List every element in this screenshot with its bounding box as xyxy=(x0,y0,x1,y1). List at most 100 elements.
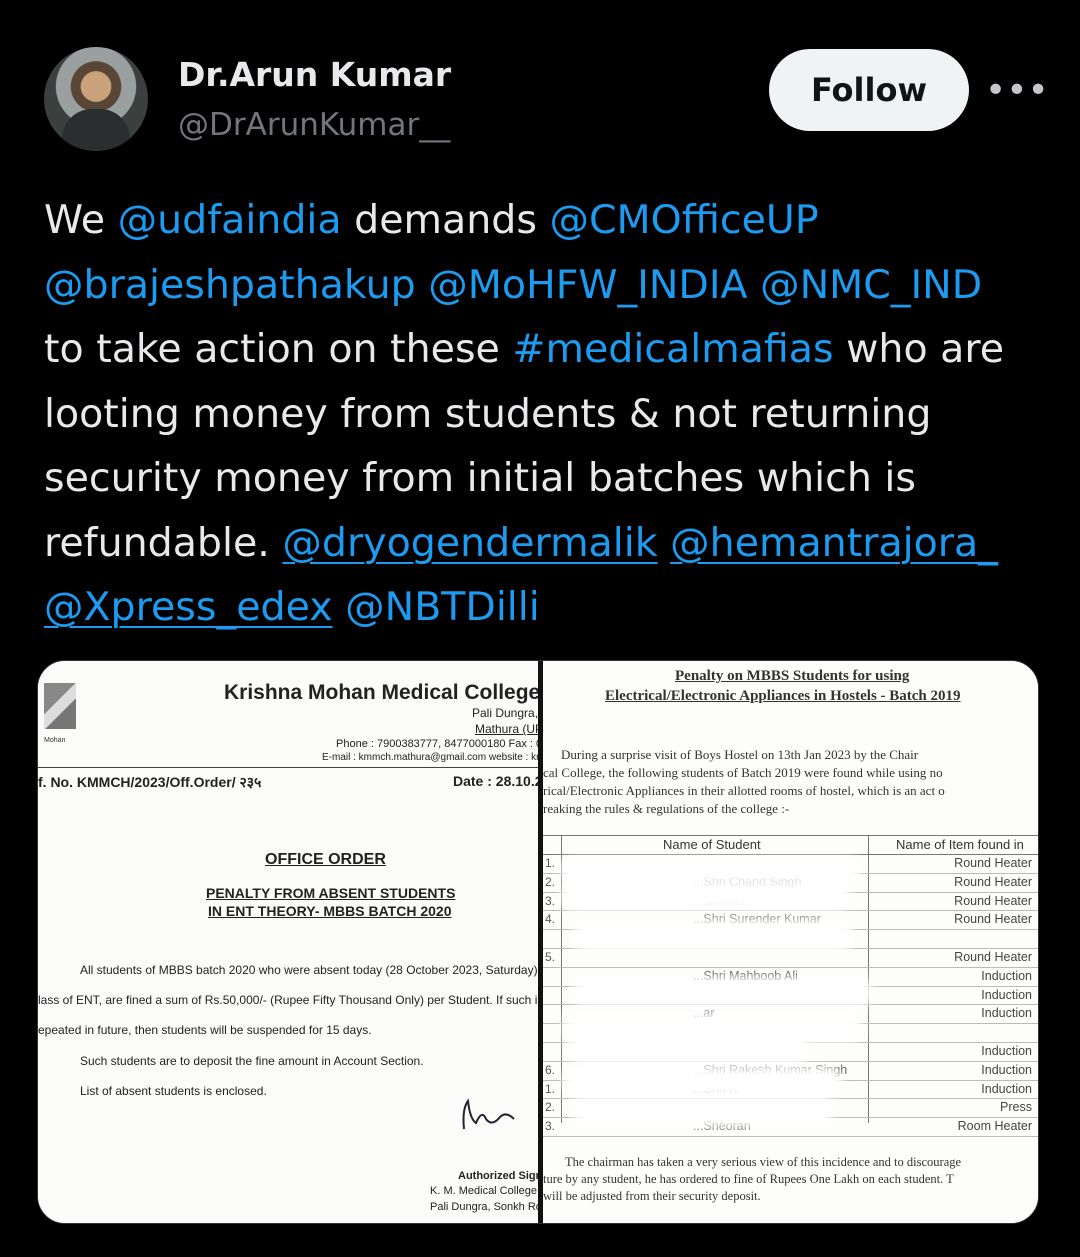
redaction-blur xyxy=(568,1033,808,1065)
item-found: Room Heater xyxy=(957,1119,1032,1134)
footer-line-1: The chairman has taken a very serious vi… xyxy=(565,1155,962,1169)
penalty-title-1: Penalty on MBBS Students for using xyxy=(675,668,910,684)
item-found: Induction xyxy=(981,1062,1032,1077)
row-number: 2. xyxy=(545,874,556,889)
redaction-blur xyxy=(573,977,873,1007)
college-email: E-mail : kmmch.mathura@gmail.com website… xyxy=(322,752,538,763)
tweet-text-segment xyxy=(658,520,671,566)
intro-line-3: rical/Electronic Appliances in their all… xyxy=(543,783,945,798)
item-found: Induction xyxy=(981,987,1032,1002)
intro-line-1: During a surprise visit of Boys Hostel o… xyxy=(561,747,919,762)
mention-link[interactable]: @dryogendermalik xyxy=(282,520,657,566)
mention-link[interactable]: @brajeshpathakup xyxy=(44,262,416,308)
tweet-text-segment xyxy=(333,584,346,630)
intro-line-4: reaking the rules & regulations of the c… xyxy=(543,801,790,816)
body-line-5: List of absent students is enclosed. xyxy=(80,1084,267,1098)
body-line-4: Such students are to deposit the fine am… xyxy=(80,1054,424,1068)
students-table: Name of Student Name of Item found in Roun… xyxy=(543,835,1038,1137)
tweet-text-segment xyxy=(748,262,761,308)
mention-link[interactable]: @MoHFW_INDIA xyxy=(428,262,747,308)
tweet-text-segment: to take action on these xyxy=(44,326,513,372)
item-found: Press xyxy=(1000,1100,1032,1115)
item-found: Round Heater xyxy=(954,874,1032,889)
college-name: Krishna Mohan Medical College & Ho xyxy=(224,681,538,704)
logo-text: Mohan xyxy=(44,737,66,744)
column-header-item: Name of Item found in xyxy=(896,837,1024,852)
tweet-line: We @udfaindia demands @CMOfficeUP xyxy=(44,188,1054,253)
avatar-figure xyxy=(62,109,130,151)
redaction-blur xyxy=(561,857,861,883)
signatory-institution: K. M. Medical College xyxy=(430,1185,537,1197)
tweet-text-segment: refundable. xyxy=(44,519,283,566)
tweet-text-segment xyxy=(416,262,429,308)
tweet-text-segment: looting money from students & not return… xyxy=(44,390,932,437)
header-rule xyxy=(38,767,538,768)
mention-link[interactable]: @NBTDilli xyxy=(345,584,540,630)
college-address-1: Pali Dungra, S xyxy=(472,706,538,720)
tweet-line: security money from initial batches whic… xyxy=(44,446,1054,511)
college-address-2: Mathura (UP xyxy=(475,722,538,736)
tweet-line: @Xpress_edex @NBTDilli xyxy=(44,575,1054,640)
intro-line-2: cal College, the following students of B… xyxy=(543,765,943,780)
row-number: 3. xyxy=(545,893,556,908)
row-number: 3. xyxy=(545,1119,556,1134)
body-line-1: All students of MBBS batch 2020 who were… xyxy=(80,963,538,977)
office-order-heading: OFFICE ORDER xyxy=(265,851,386,868)
author-handle[interactable]: @DrArunKumar__ xyxy=(178,107,450,143)
footer-line-3: will be adjusted from their security dep… xyxy=(543,1189,761,1203)
tweet-line: to take action on these #medicalmafias w… xyxy=(44,317,1054,382)
follow-button[interactable]: Follow xyxy=(769,49,969,131)
tweet-text: We @udfaindia demands @CMOfficeUP @brajes… xyxy=(44,188,1054,640)
redaction-blur xyxy=(573,1097,833,1127)
avatar[interactable] xyxy=(44,47,148,151)
body-line-3: epeated in future, then students will be… xyxy=(38,1023,372,1037)
row-number: 6. xyxy=(545,1062,556,1077)
row-number: 1. xyxy=(545,856,556,870)
reference-number: f. No. KMMCH/2023/Off.Order/ २३५ xyxy=(38,774,262,790)
tweet-text-segment: security money from initial batches whic… xyxy=(44,455,916,501)
footer-line-2: ture by any student, he has ordered to f… xyxy=(543,1172,954,1186)
tweet-line: refundable. @dryogendermalik @hemantrajo… xyxy=(44,511,1054,576)
signature xyxy=(462,1098,515,1130)
mention-link[interactable]: @CMOfficeUP xyxy=(549,197,818,243)
redaction-blur xyxy=(561,881,851,911)
penalty-document[interactable]: Penalty on MBBS Students for using Elect… xyxy=(543,661,1038,1223)
college-phone: Phone : 7900383777, 8477000180 Fax : 056 xyxy=(336,738,538,750)
body-line-2: lass of ENT, are fined a sum of Rs.50,00… xyxy=(38,993,538,1007)
item-found: Induction xyxy=(981,968,1032,983)
tweet-line: looting money from students & not return… xyxy=(44,382,1054,447)
office-order-document[interactable]: Mohan Krishna Mohan Medical College & Ho… xyxy=(38,661,538,1223)
item-found: Induction xyxy=(981,1044,1032,1058)
order-date: Date : 28.10.20 xyxy=(453,773,538,789)
tweet-text-segment: who are xyxy=(833,326,1005,372)
item-found: Round Heater xyxy=(954,912,1032,927)
row-number: 5. xyxy=(545,950,556,964)
redaction-blur xyxy=(573,919,853,953)
tweet-text-segment: We xyxy=(44,197,118,243)
mention-link[interactable]: @NMC_IND xyxy=(760,262,982,308)
column-header-name: Name of Student xyxy=(663,837,761,852)
mention-link[interactable]: @hemantrajora_ xyxy=(670,520,998,566)
tweet-media[interactable]: Mohan Krishna Mohan Medical College & Ho… xyxy=(37,660,1039,1224)
author-name[interactable]: Dr.Arun Kumar xyxy=(178,55,451,94)
mention-link[interactable]: @Xpress_edex xyxy=(44,584,333,630)
item-found: Induction xyxy=(981,1006,1032,1021)
item-found: Induction xyxy=(981,1081,1032,1096)
subject-line-2: IN ENT THEORY- MBBS BATCH 2020 xyxy=(208,903,452,919)
tweet-line: @brajeshpathakup @MoHFW_INDIA @NMC_IND xyxy=(44,253,1054,318)
college-logo xyxy=(44,683,76,729)
item-found: Round Heater xyxy=(954,950,1032,964)
row-number: 4. xyxy=(545,912,556,927)
mention-link[interactable]: @udfaindia xyxy=(118,197,342,243)
subject-line-1: PENALTY FROM ABSENT STUDENTS xyxy=(206,885,456,901)
row-number: 1. xyxy=(545,1081,556,1096)
tweet-text-segment: demands xyxy=(341,197,550,243)
redaction-blur xyxy=(563,1067,843,1097)
more-options-icon[interactable]: ••• xyxy=(985,70,1049,111)
penalty-title-2: Electrical/Electronic Appliances in Host… xyxy=(605,688,961,704)
item-found: Round Heater xyxy=(954,856,1032,870)
hashtag-link[interactable]: #medicalmafias xyxy=(512,326,833,372)
item-found: Round Heater xyxy=(954,893,1032,908)
signatory-title: Authorized Signa xyxy=(458,1170,538,1182)
row-number: 2. xyxy=(545,1100,556,1115)
